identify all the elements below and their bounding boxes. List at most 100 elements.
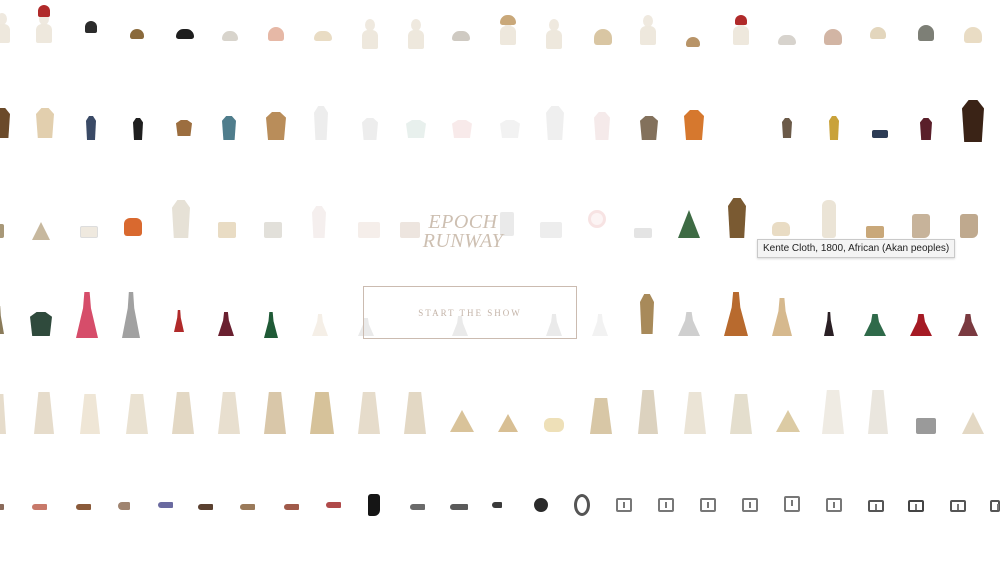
garment-item[interactable] [218, 222, 236, 238]
garment-item[interactable] [492, 502, 502, 508]
garment-item[interactable] [312, 314, 328, 336]
garment-item[interactable] [958, 314, 978, 336]
garment-item[interactable] [0, 394, 6, 434]
garment-item[interactable] [776, 410, 800, 432]
garment-item[interactable] [829, 116, 839, 140]
garment-item[interactable] [918, 25, 934, 41]
garment-item[interactable] [312, 206, 326, 238]
garment-item[interactable] [962, 412, 984, 434]
garment-item[interactable] [36, 108, 54, 138]
garment-item[interactable] [362, 118, 378, 140]
garment-item[interactable] [594, 29, 612, 45]
garment-item[interactable] [534, 498, 548, 512]
garment-item[interactable] [772, 222, 790, 236]
garment-item[interactable] [450, 504, 468, 510]
garment-item[interactable] [0, 13, 10, 43]
garment-item[interactable] [326, 502, 341, 508]
garment-item[interactable] [314, 106, 328, 140]
garment-item[interactable] [590, 398, 612, 434]
garment-item[interactable] [640, 15, 656, 45]
garment-item[interactable] [546, 106, 564, 140]
garment-item[interactable] [86, 116, 96, 140]
garment-item[interactable] [76, 504, 91, 510]
garment-item[interactable] [864, 314, 886, 336]
garment-item[interactable] [176, 120, 192, 136]
garment-item[interactable] [950, 500, 966, 512]
garment-item[interactable] [404, 392, 426, 434]
garment-item[interactable] [640, 294, 654, 334]
garment-item[interactable] [122, 292, 140, 338]
start-the-show-button[interactable]: START THE SHOW [363, 286, 577, 339]
garment-item[interactable] [822, 200, 836, 238]
garment-item[interactable] [314, 31, 332, 41]
garment-item[interactable] [310, 392, 334, 434]
garment-item[interactable] [960, 214, 978, 238]
garment-item[interactable] [912, 214, 930, 238]
garment-item[interactable] [658, 498, 674, 512]
garment-item[interactable] [218, 312, 234, 336]
garment-item[interactable] [824, 29, 842, 45]
garment-item[interactable] [778, 35, 796, 45]
garment-item[interactable] [588, 210, 606, 228]
garment-item[interactable] [916, 418, 936, 434]
garment-item[interactable] [735, 15, 747, 25]
garment-item[interactable] [640, 116, 658, 140]
garment-item[interactable] [222, 31, 238, 41]
garment-item[interactable] [406, 120, 426, 138]
garment-item[interactable] [574, 494, 590, 516]
garment-item[interactable] [133, 118, 143, 140]
garment-item[interactable] [124, 218, 142, 236]
garment-item[interactable] [742, 498, 758, 512]
garment-item[interactable] [0, 306, 4, 334]
garment-item[interactable] [910, 314, 932, 336]
garment-item[interactable] [222, 116, 236, 140]
garment-item[interactable] [684, 110, 704, 140]
garment-item[interactable] [826, 498, 842, 512]
garment-item[interactable] [118, 502, 130, 510]
garment-item[interactable] [684, 392, 706, 434]
garment-item[interactable] [724, 292, 748, 336]
garment-item[interactable] [0, 108, 10, 138]
garment-item[interactable] [32, 504, 47, 510]
garment-item[interactable] [80, 226, 98, 238]
garment-item[interactable] [358, 392, 380, 434]
garment-item[interactable] [174, 310, 184, 332]
garment-item[interactable] [362, 19, 378, 49]
garment-item[interactable] [80, 394, 100, 434]
garment-item[interactable] [264, 392, 286, 434]
garment-item[interactable] [634, 228, 652, 238]
garment-item[interactable] [452, 31, 470, 41]
garment-item[interactable] [870, 27, 886, 39]
garment-item[interactable] [616, 498, 632, 512]
garment-item[interactable] [36, 13, 52, 43]
garment-item[interactable] [730, 394, 752, 434]
garment-item[interactable] [410, 504, 425, 510]
garment-item[interactable] [34, 392, 54, 434]
garment-item[interactable] [0, 224, 4, 238]
garment-item[interactable] [990, 500, 1000, 512]
garment-item[interactable] [592, 314, 608, 336]
garment-item[interactable] [450, 410, 474, 432]
garment-item[interactable] [872, 130, 888, 138]
garment-item[interactable] [30, 312, 52, 336]
garment-item[interactable] [540, 222, 562, 238]
garment-item[interactable] [728, 198, 746, 238]
garment-item[interactable] [822, 390, 844, 434]
garment-item[interactable] [908, 500, 924, 512]
garment-item[interactable] [700, 498, 716, 512]
garment-item[interactable] [172, 392, 194, 434]
garment-item[interactable] [38, 5, 50, 17]
garment-item[interactable] [264, 222, 282, 238]
garment-item[interactable] [268, 27, 284, 41]
garment-item[interactable] [158, 502, 173, 508]
garment-item[interactable] [368, 494, 380, 516]
garment-item[interactable] [498, 414, 518, 432]
garment-item[interactable] [544, 418, 564, 432]
garment-item[interactable] [240, 504, 255, 510]
garment-item[interactable] [266, 112, 286, 140]
garment-item[interactable] [284, 504, 299, 510]
garment-item[interactable] [408, 19, 424, 49]
garment-item[interactable] [784, 496, 800, 512]
garment-item[interactable] [76, 292, 98, 338]
garment-item[interactable] [824, 312, 834, 336]
